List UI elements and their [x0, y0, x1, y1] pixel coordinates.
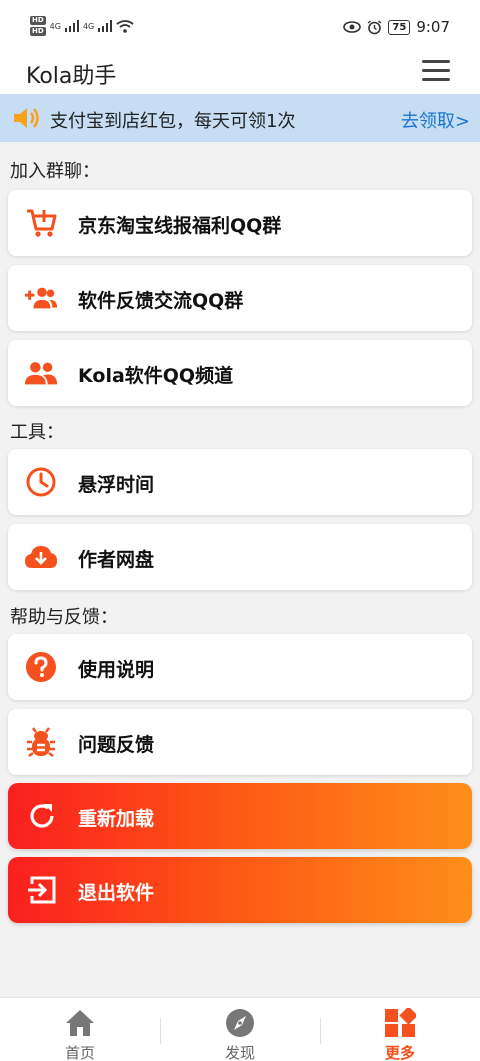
- nav-item-discover[interactable]: 发现: [160, 998, 320, 1061]
- card-manual[interactable]: 使用说明: [8, 634, 472, 700]
- card-label: 京东淘宝线报福利QQ群: [78, 215, 282, 237]
- nav-item-home[interactable]: 首页: [0, 998, 160, 1061]
- nav-label: 更多: [384, 1044, 415, 1061]
- network-type: 4G: [49, 21, 61, 31]
- nav-label: 首页: [64, 1044, 95, 1061]
- card-label: 作者网盘: [78, 549, 155, 571]
- reload-button[interactable]: 重新加载: [8, 783, 472, 849]
- reload-label: 重新加载: [78, 808, 155, 830]
- nav-item-more[interactable]: 更多: [320, 998, 480, 1061]
- card-label: Kola软件QQ频道: [78, 365, 234, 387]
- clock: 9:07: [416, 18, 450, 36]
- network-type: 4G: [82, 21, 95, 31]
- nav-label: 发现: [224, 1044, 255, 1061]
- wifi-icon: [116, 19, 134, 33]
- exit-icon: [28, 876, 56, 904]
- compass-icon: [226, 1009, 254, 1037]
- section-title-tools: 工具：: [10, 422, 64, 443]
- card-label: 软件反馈交流QQ群: [78, 290, 244, 312]
- card-bug-report[interactable]: 问题反馈: [8, 709, 472, 775]
- card-qq-channel[interactable]: Kola软件QQ频道: [8, 340, 472, 406]
- hd-badge: HD: [30, 16, 46, 25]
- help-circle-icon: [24, 651, 58, 683]
- group-add-icon: [24, 282, 58, 314]
- home-icon: [66, 1010, 94, 1036]
- people-icon: [24, 357, 58, 389]
- apps-icon: [385, 1008, 416, 1037]
- hamburger-menu-icon[interactable]: [422, 60, 450, 82]
- card-jd-taobao-group[interactable]: 京东淘宝线报福利QQ群: [8, 190, 472, 256]
- app-title: Kola助手: [26, 64, 117, 89]
- shopping-cart-icon: [24, 207, 58, 239]
- card-cloud-disk[interactable]: 作者网盘: [8, 524, 472, 590]
- signal-icon: [98, 20, 113, 32]
- app-header: Kola助手: [0, 50, 480, 94]
- bug-icon: [24, 726, 58, 758]
- card-feedback-group[interactable]: 软件反馈交流QQ群: [8, 265, 472, 331]
- speaker-icon: [14, 108, 39, 128]
- refresh-icon: [30, 804, 54, 828]
- bottom-nav: 首页 发现 更多: [0, 997, 480, 1061]
- battery-level: 75: [388, 19, 411, 35]
- status-bar: HD HD 4G 4G 75 9:07: [0, 0, 480, 50]
- promo-banner[interactable]: 支付宝到店红包，每天可领1次 去领取>: [0, 94, 480, 142]
- card-label: 悬浮时间: [78, 474, 155, 496]
- section-title-help: 帮助与反馈：: [10, 607, 118, 628]
- card-float-time[interactable]: 悬浮时间: [8, 449, 472, 515]
- cloud-download-icon: [24, 541, 58, 573]
- clock-icon: [24, 466, 58, 498]
- section-title-group: 加入群聊：: [10, 161, 100, 182]
- alarm-icon: [367, 19, 382, 34]
- status-left: HD HD 4G 4G: [30, 16, 134, 36]
- card-label: 使用说明: [78, 659, 155, 681]
- card-label: 问题反馈: [78, 734, 155, 756]
- promo-text: 支付宝到店红包，每天可领1次: [50, 111, 296, 132]
- hd-badge: HD: [30, 27, 46, 36]
- signal-icon: [64, 20, 79, 32]
- exit-label: 退出软件: [78, 882, 155, 904]
- exit-button[interactable]: 退出软件: [8, 857, 472, 923]
- eye-icon: [343, 21, 362, 33]
- status-right: 75 9:07: [343, 18, 450, 36]
- promo-claim-link[interactable]: 去领取>: [401, 107, 470, 133]
